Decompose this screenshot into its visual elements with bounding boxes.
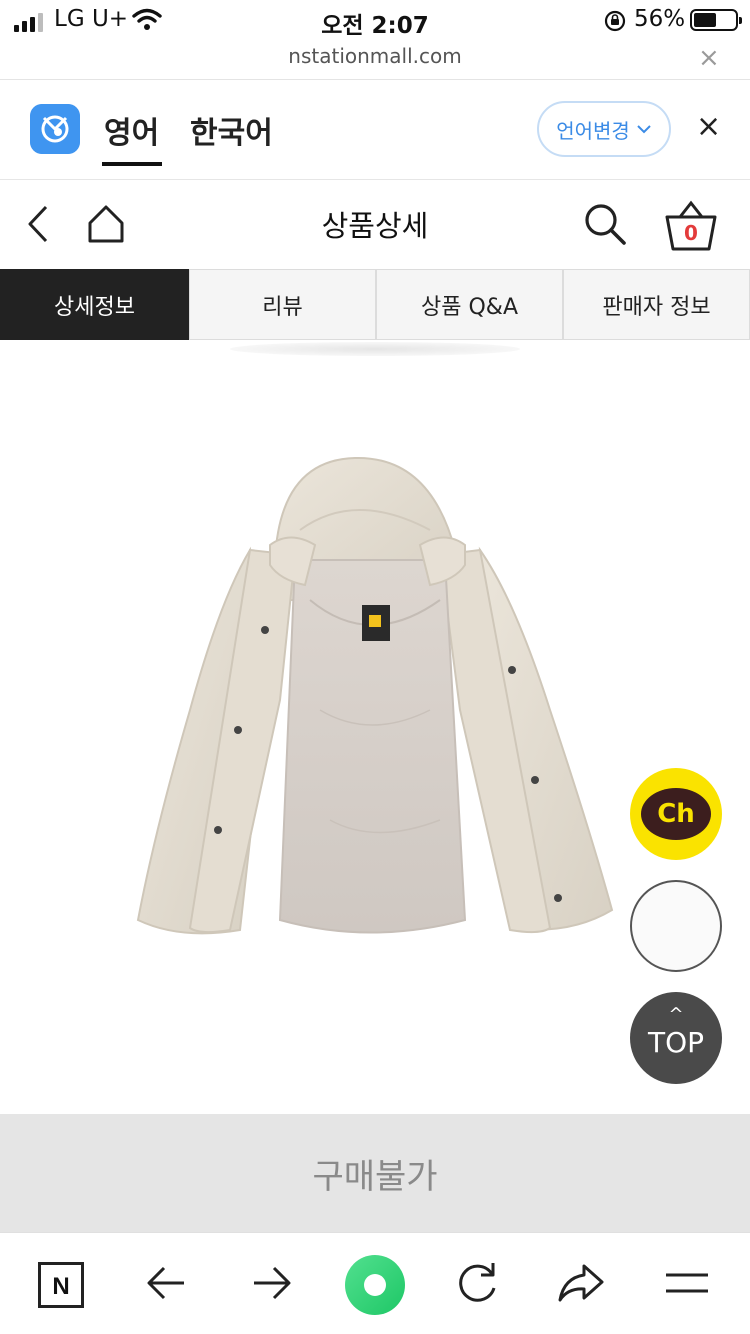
kakao-channel-button[interactable]: Ch — [630, 768, 722, 860]
floating-blank-button[interactable] — [630, 880, 722, 972]
battery-percent: 56% — [634, 6, 686, 32]
scroll-top-button[interactable]: ^ TOP — [630, 992, 722, 1084]
translate-bar: 영어 한국어 언어변경 × — [0, 80, 750, 180]
detail-tab-bar: 상세정보 리뷰 상품 Q&A 판매자 정보 — [0, 269, 750, 340]
share-icon[interactable] — [556, 1258, 606, 1308]
papago-logo-icon — [30, 104, 80, 154]
chevron-up-icon: ^ — [668, 1004, 684, 1025]
status-bar: LG U+ 오전 2:07 56% — [0, 0, 750, 40]
tab-detail-info[interactable]: 상세정보 — [0, 269, 189, 340]
product-image-area — [0, 340, 750, 1115]
tab-seller-info[interactable]: 판매자 정보 — [563, 269, 750, 340]
source-lang-underline — [102, 162, 162, 166]
naver-n-icon[interactable]: N — [38, 1262, 84, 1308]
page-header: 상품상세 0 — [0, 181, 750, 269]
kakao-channel-label: Ch — [641, 788, 711, 840]
change-language-label: 언어변경 — [556, 118, 630, 143]
scroll-top-label: TOP — [647, 1026, 705, 1059]
forward-icon[interactable] — [246, 1258, 296, 1308]
menu-icon[interactable] — [662, 1258, 712, 1308]
puffer-jacket-image — [136, 456, 614, 935]
back-icon[interactable] — [142, 1258, 192, 1308]
target-lang-tab[interactable]: 한국어 — [190, 108, 273, 152]
browser-toolbar: N — [0, 1232, 750, 1334]
tab-reviews[interactable]: 리뷰 — [189, 269, 376, 340]
rotation-lock-icon — [604, 10, 626, 32]
cart-count-badge: 0 — [684, 221, 698, 245]
url-text[interactable]: nstationmall.com — [0, 44, 750, 68]
page-title: 상품상세 — [321, 209, 429, 243]
battery-icon — [690, 9, 742, 31]
source-lang-tab[interactable]: 영어 — [104, 108, 159, 152]
purchase-unavailable-button[interactable]: 구매불가 — [0, 1114, 750, 1232]
green-home-icon[interactable] — [345, 1255, 405, 1315]
chevron-down-icon — [637, 125, 651, 134]
search-icon[interactable] — [582, 201, 628, 247]
image-shadow — [230, 342, 520, 356]
cart-icon[interactable]: 0 — [664, 199, 718, 253]
tab-product-qa[interactable]: 상품 Q&A — [376, 269, 563, 340]
refresh-icon[interactable] — [452, 1258, 502, 1308]
url-bar[interactable]: nstationmall.com × — [0, 40, 750, 80]
translate-close-icon[interactable]: × — [696, 110, 721, 144]
url-close-icon[interactable]: × — [698, 44, 720, 72]
change-language-button[interactable]: 언어변경 — [537, 101, 671, 157]
